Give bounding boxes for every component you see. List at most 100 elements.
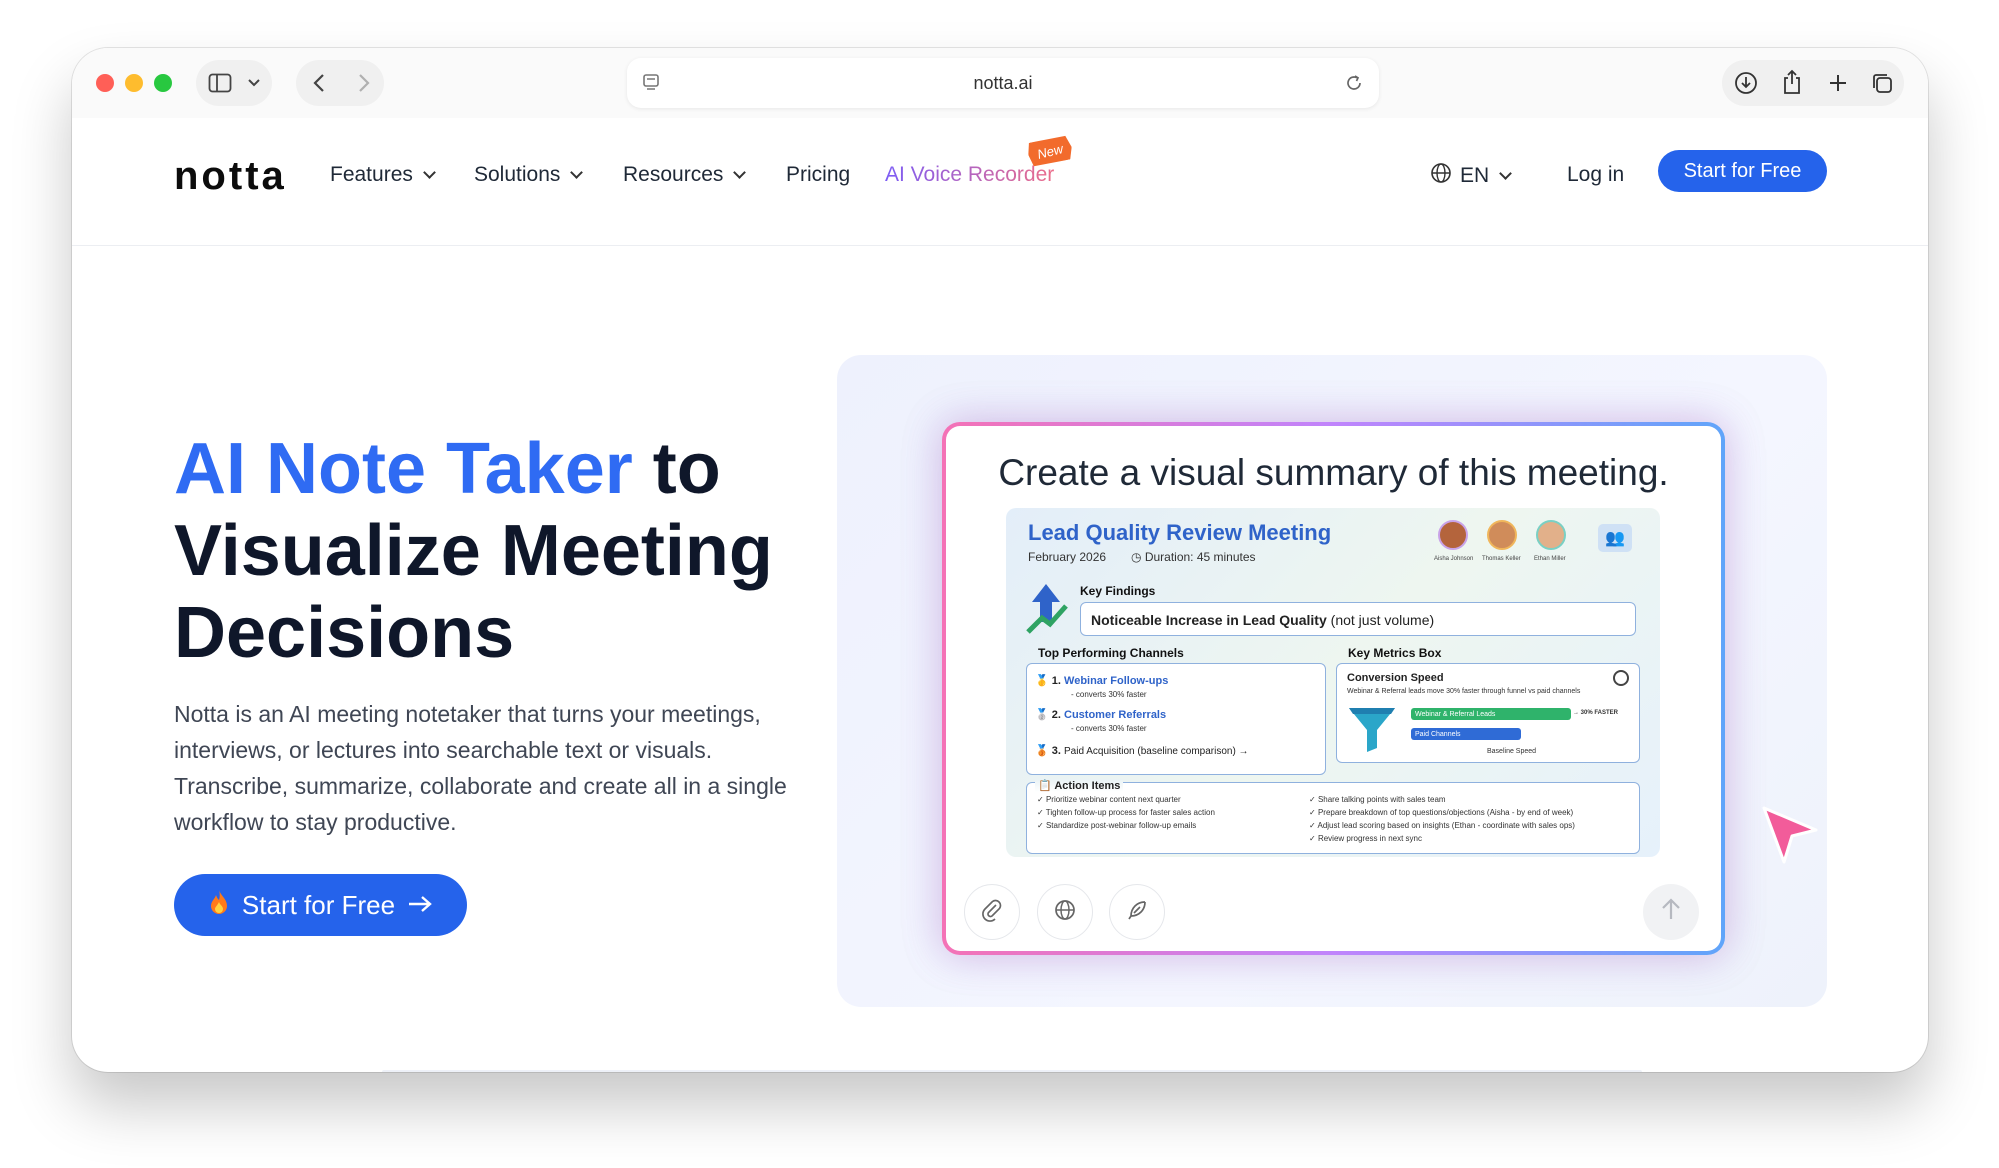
key-finding-text: Noticeable Increase in Lead Quality (not… (1091, 612, 1434, 628)
action-item: ✓ Prioritize webinar content next quarte… (1037, 795, 1181, 804)
team-icon: 👥 (1598, 524, 1632, 552)
hero-title-line3: Decisions (174, 593, 515, 673)
chevron-down-icon[interactable] (244, 72, 264, 94)
action-items-label: 📋 Action Items (1035, 779, 1124, 792)
arrow-right-icon (407, 890, 433, 921)
site-header: notta Features Solutions Resources Prici… (72, 118, 1928, 246)
forward-icon[interactable] (349, 70, 379, 96)
share-icon[interactable] (1778, 67, 1806, 97)
login-link[interactable]: Log in (1567, 163, 1624, 187)
prompt-text[interactable]: Create a visual summary of this meeting. (946, 452, 1721, 494)
key-findings-label: Key Findings (1080, 584, 1156, 598)
language-label: EN (1460, 164, 1490, 187)
attendee-name: Ethan Miller (1534, 556, 1566, 562)
hero-title-highlight: AI Note Taker (174, 429, 633, 509)
metrics-label: Key Metrics Box (1348, 646, 1442, 660)
sidebar-icon[interactable] (206, 70, 234, 96)
action-item-text: Standardize post-webinar follow-up email… (1045, 821, 1197, 830)
address-bar[interactable]: notta.ai (627, 58, 1379, 108)
avatar (1438, 520, 1468, 550)
nav-features[interactable]: Features (330, 163, 436, 187)
metric-desc: Webinar & Referral leads move 30% faster… (1347, 688, 1581, 695)
channel-note: - converts 30% faster (1071, 690, 1147, 699)
zoom-window-button[interactable] (154, 74, 172, 92)
web-search-button[interactable] (1037, 884, 1093, 940)
channel-name: Webinar Follow-ups (1064, 675, 1169, 687)
prompt-card: Create a visual summary of this meeting.… (942, 422, 1725, 955)
fire-icon (208, 888, 230, 923)
clock-icon: ◷ (1131, 550, 1145, 564)
nav-pricing[interactable]: Pricing (786, 163, 850, 187)
avatar (1536, 520, 1566, 550)
tab-overview-icon[interactable] (1868, 69, 1896, 97)
hero-title: AI Note Taker to Visualize Meeting Decis… (174, 428, 814, 674)
send-button[interactable] (1643, 884, 1699, 940)
channel-item: 🥈 2. Customer Referrals (1035, 709, 1167, 721)
attendee-name: Aisha Johnson (1434, 556, 1474, 562)
channel-item: 🥉 3. Paid Acquisition (baseline comparis… (1035, 745, 1249, 757)
back-icon[interactable] (304, 70, 334, 96)
demo-panel: Create a visual summary of this meeting.… (837, 355, 1827, 1007)
hero-cta-label: Start for Free (241, 889, 396, 920)
channel-rank: 1. (1051, 675, 1061, 687)
channel-note: - converts 30% faster (1071, 724, 1147, 733)
action-item-text: Adjust lead scoring based on insights (E… (1317, 821, 1575, 830)
url-text: notta.ai (973, 72, 1033, 93)
action-item-text: Tighten follow-up process for faster sal… (1045, 808, 1215, 817)
action-item-text: Prepare breakdown of top questions/objec… (1317, 808, 1574, 817)
channels-label: Top Performing Channels (1038, 646, 1184, 660)
new-tab-icon[interactable] (1824, 69, 1852, 97)
action-item-text: Prioritize webinar content next quarter (1045, 795, 1181, 804)
channel-item: 🥇 1. Webinar Follow-ups (1035, 675, 1169, 687)
metrics-box: Conversion Speed Webinar & Referral lead… (1336, 663, 1640, 763)
attach-button[interactable] (964, 884, 1020, 940)
action-item: ✓ Standardize post-webinar follow-up ema… (1037, 821, 1197, 830)
browser-window: notta.ai notta Features Solutions Resour (72, 48, 1928, 1072)
reload-icon[interactable] (1343, 72, 1365, 94)
hero-start-free-button[interactable]: Start for Free (174, 874, 467, 936)
section-divider (382, 1070, 1642, 1072)
action-item: ✓ Tighten follow-up process for faster s… (1037, 808, 1215, 817)
hero-title-rest: to (632, 429, 721, 509)
write-button[interactable] (1109, 884, 1165, 940)
nav-ai-voice-recorder[interactable]: AI Voice Recorder (885, 163, 1054, 187)
nav-resources[interactable]: Resources (623, 163, 747, 187)
channel-rank: 3. (1051, 745, 1061, 757)
nav-start-free-button[interactable]: Start for Free (1658, 150, 1827, 192)
growth-arrow-icon (1026, 582, 1070, 636)
nav-solutions-label: Solutions (474, 163, 561, 186)
action-item: ✓ Adjust lead scoring based on insights … (1309, 821, 1575, 830)
metric-title: Conversion Speed (1347, 672, 1444, 684)
action-items-box: 📋 Action Items ✓ Prioritize webinar cont… (1026, 779, 1640, 854)
close-window-button[interactable] (96, 74, 114, 92)
globe-icon (1053, 898, 1077, 927)
minimize-window-button[interactable] (125, 74, 143, 92)
action-item-text: Share talking points with sales team (1317, 795, 1446, 804)
download-icon[interactable] (1732, 69, 1760, 97)
nav-solutions[interactable]: Solutions (474, 163, 584, 187)
cursor-pointer-icon (1760, 804, 1820, 871)
attendee-name: Thomas Keller (1482, 556, 1521, 562)
action-item: ✓ Review progress in next sync (1309, 834, 1422, 843)
hero-title-line2: Visualize Meeting (174, 511, 773, 591)
avatar (1487, 520, 1517, 550)
arrow-up-icon (1660, 897, 1682, 928)
notta-logo[interactable]: notta (174, 154, 287, 199)
action-item: ✓ Prepare breakdown of top questions/obj… (1309, 808, 1574, 817)
finding-rest: (not just volume) (1326, 612, 1435, 628)
channel-name: Customer Referrals (1064, 709, 1167, 721)
action-item-text: Review progress in next sync (1317, 834, 1422, 843)
bar1-tag: → 30% FASTER (1573, 710, 1619, 716)
bar2-label: Paid Channels (1415, 730, 1461, 738)
language-selector[interactable]: EN (1430, 162, 1513, 190)
chevron-down-icon (423, 166, 436, 179)
summary-date: February 2026 (1028, 550, 1107, 564)
paperclip-icon (980, 898, 1004, 927)
nav-pricing-label: Pricing (786, 163, 851, 186)
nav-resources-label: Resources (623, 163, 724, 186)
browser-toolbar: notta.ai (72, 48, 1928, 118)
key-finding-box: Noticeable Increase in Lead Quality (not… (1080, 602, 1636, 636)
action-item: ✓ Share talking points with sales team (1309, 795, 1446, 804)
finding-bold: Noticeable Increase in Lead Quality (1091, 612, 1327, 628)
summary-title: Lead Quality Review Meeting (1028, 520, 1332, 545)
